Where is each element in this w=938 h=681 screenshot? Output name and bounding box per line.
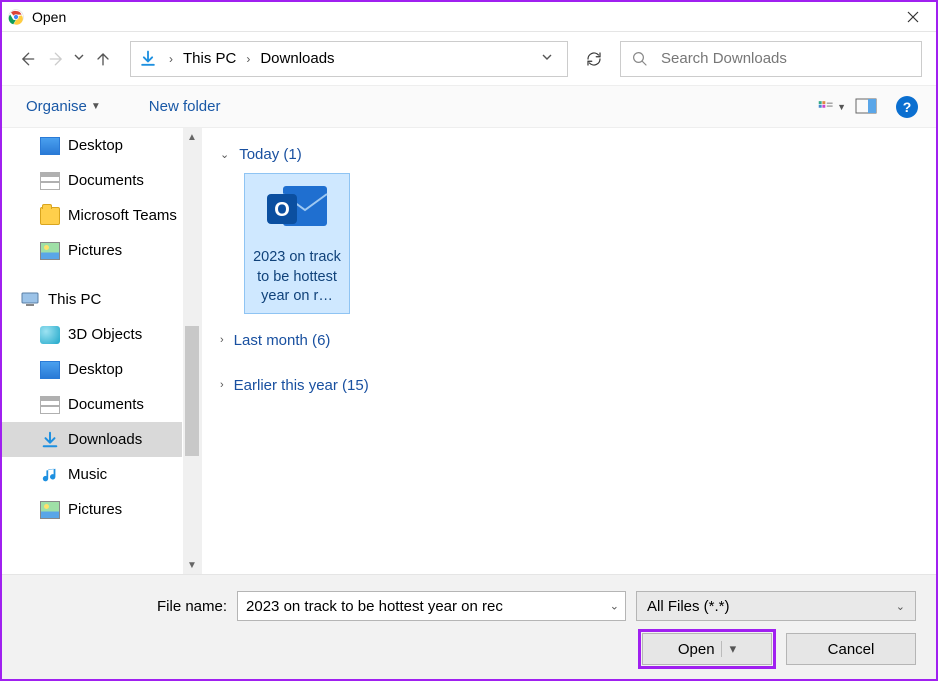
sidebar-item-label: Downloads bbox=[68, 431, 142, 448]
cancel-button[interactable]: Cancel bbox=[786, 633, 916, 665]
scroll-up-icon[interactable]: ▲ bbox=[187, 128, 197, 146]
sidebar-item-label: 3D Objects bbox=[68, 326, 142, 343]
file-list: ⌄ Today (1) O 2023 on track to be hottes… bbox=[202, 128, 936, 574]
downloads-location-icon bbox=[137, 48, 159, 70]
refresh-button[interactable] bbox=[576, 41, 612, 77]
open-split-dropdown[interactable]: ▾ bbox=[721, 641, 737, 657]
titlebar: Open bbox=[2, 2, 936, 32]
sidebar-item-label: Pictures bbox=[68, 242, 122, 259]
organise-menu[interactable]: Organise ▼ bbox=[20, 94, 107, 119]
sidebar-item-desktop[interactable]: Desktop bbox=[2, 128, 182, 163]
open-button[interactable]: Open ▾ bbox=[642, 633, 772, 665]
preview-pane-button[interactable] bbox=[852, 93, 880, 121]
breadcrumb-current[interactable]: Downloads bbox=[260, 50, 334, 67]
scroll-down-icon[interactable]: ▼ bbox=[187, 556, 197, 574]
sidebar-item-microsoft-teams[interactable]: Microsoft Teams bbox=[2, 198, 182, 233]
sidebar-item-this-pc[interactable]: This PC bbox=[2, 282, 182, 317]
file-item-selected[interactable]: O 2023 on track to be hottest year on r… bbox=[244, 173, 350, 314]
refresh-icon bbox=[585, 50, 603, 68]
sidebar-item-label: Desktop bbox=[68, 137, 123, 154]
sidebar-item-documents[interactable]: Documents bbox=[2, 387, 182, 422]
change-view-button[interactable]: ▼ bbox=[818, 93, 846, 121]
open-label: Open bbox=[678, 641, 715, 658]
filename-input[interactable]: 2023 on track to be hottest year on rec … bbox=[237, 591, 626, 621]
forward-button[interactable] bbox=[46, 48, 68, 70]
view-icon bbox=[818, 98, 834, 116]
file-type-filter[interactable]: All Files (*.*) ⌄ bbox=[636, 591, 916, 621]
group-count: 1 bbox=[288, 146, 296, 163]
sidebar-item-label: Documents bbox=[68, 172, 144, 189]
group-count: 6 bbox=[317, 332, 325, 349]
organise-label: Organise bbox=[26, 98, 87, 115]
close-button[interactable] bbox=[890, 2, 936, 31]
chevron-right-icon: › bbox=[220, 379, 224, 391]
up-button[interactable] bbox=[92, 48, 114, 70]
breadcrumb-chevron-icon: › bbox=[242, 52, 254, 66]
help-button[interactable]: ? bbox=[896, 96, 918, 118]
dialog-footer: File name: 2023 on track to be hottest y… bbox=[2, 575, 936, 679]
address-bar[interactable]: › This PC › Downloads bbox=[130, 41, 568, 77]
outlook-msg-icon: O bbox=[261, 180, 333, 242]
sidebar: Desktop Documents Microsoft Teams Pictures T… bbox=[2, 128, 202, 574]
group-label: Today bbox=[239, 146, 279, 163]
group-label: Earlier this year bbox=[234, 377, 338, 394]
new-folder-button[interactable]: New folder bbox=[143, 94, 227, 119]
close-icon bbox=[907, 11, 919, 23]
scroll-thumb[interactable] bbox=[185, 326, 199, 456]
window-title: Open bbox=[32, 9, 66, 25]
group-today[interactable]: ⌄ Today (1) bbox=[220, 142, 918, 167]
chevron-down-icon[interactable]: ⌄ bbox=[610, 600, 619, 613]
new-folder-label: New folder bbox=[149, 98, 221, 115]
nav-row: › This PC › Downloads bbox=[2, 32, 936, 86]
group-label: Last month bbox=[234, 332, 308, 349]
sidebar-item-documents[interactable]: Documents bbox=[2, 163, 182, 198]
search-input[interactable] bbox=[659, 49, 911, 68]
chevron-right-icon: › bbox=[220, 334, 224, 346]
search-box[interactable] bbox=[620, 41, 922, 77]
cancel-label: Cancel bbox=[828, 641, 875, 658]
arrow-up-icon bbox=[93, 49, 113, 69]
sidebar-item-label: Desktop bbox=[68, 361, 123, 378]
sidebar-item-downloads[interactable]: Downloads bbox=[2, 422, 182, 457]
group-count: 15 bbox=[347, 377, 364, 394]
sidebar-item-3d-objects[interactable]: 3D Objects bbox=[2, 317, 182, 352]
arrow-left-icon bbox=[17, 49, 37, 69]
breadcrumb-root[interactable]: This PC bbox=[183, 50, 236, 67]
svg-text:O: O bbox=[274, 199, 290, 221]
sidebar-item-label: Documents bbox=[68, 396, 144, 413]
back-button[interactable] bbox=[16, 48, 38, 70]
sidebar-item-music[interactable]: Music bbox=[2, 457, 182, 492]
open-file-dialog: Open › This PC › Downloads bbox=[0, 0, 938, 681]
help-icon: ? bbox=[903, 99, 912, 115]
chevron-down-icon: ⌄ bbox=[220, 148, 229, 161]
recent-locations-dropdown[interactable] bbox=[74, 52, 84, 65]
chevron-down-icon: ⌄ bbox=[896, 600, 905, 613]
address-dropdown[interactable] bbox=[533, 50, 561, 67]
sidebar-item-pictures[interactable]: Pictures bbox=[2, 492, 182, 527]
filename-value: 2023 on track to be hottest year on rec bbox=[246, 598, 503, 615]
toolbar: Organise ▼ New folder ▼ ? bbox=[2, 86, 936, 128]
sidebar-item-desktop[interactable]: Desktop bbox=[2, 352, 182, 387]
filter-label: All Files (*.*) bbox=[647, 598, 730, 615]
search-icon bbox=[631, 50, 649, 68]
arrow-right-icon bbox=[47, 49, 67, 69]
file-name: 2023 on track to be hottest year on r… bbox=[251, 248, 343, 307]
chevron-down-icon bbox=[541, 51, 553, 63]
sidebar-item-label: Microsoft Teams bbox=[68, 207, 177, 224]
sidebar-item-pictures[interactable]: Pictures bbox=[2, 233, 182, 268]
group-lastmonth[interactable]: › Last month (6) bbox=[220, 328, 918, 353]
filename-label: File name: bbox=[157, 598, 227, 615]
group-earlier[interactable]: › Earlier this year (15) bbox=[220, 373, 918, 398]
sidebar-item-label: Music bbox=[68, 466, 107, 483]
chevron-down-icon bbox=[74, 52, 84, 62]
sidebar-scrollbar[interactable]: ▲ ▼ bbox=[183, 128, 201, 574]
preview-pane-icon bbox=[855, 98, 877, 116]
sidebar-item-label: This PC bbox=[48, 291, 101, 308]
sidebar-item-label: Pictures bbox=[68, 501, 122, 518]
chrome-icon bbox=[8, 9, 24, 25]
dialog-body: Desktop Documents Microsoft Teams Pictures T… bbox=[2, 128, 936, 575]
breadcrumb-chevron-icon: › bbox=[165, 52, 177, 66]
